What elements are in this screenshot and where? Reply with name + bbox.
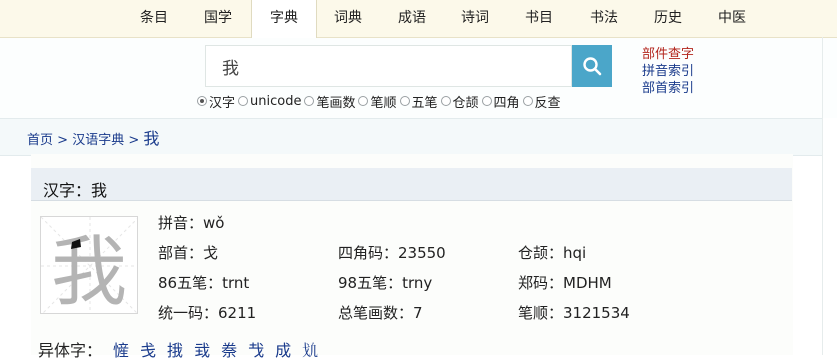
radio-label-four-corner: 四角 [493, 95, 520, 111]
nav-tab-dictionary[interactable]: 字典 [251, 0, 317, 38]
wubi98-field: 98五笔：trny [338, 274, 433, 292]
variant-link[interactable]: 成 [275, 341, 291, 360]
breadcrumb: 首页 > 汉语字典 > 我 [27, 125, 159, 149]
pinyin-field: 拼音：wǒ [158, 214, 225, 232]
breadcrumb-home[interactable]: 首页 [27, 133, 53, 148]
radio-reverse-lookup[interactable] [522, 96, 533, 106]
stroke-order-field: 笔顺：3121534 [518, 304, 630, 322]
stroke-count-field: 总笔画数：7 [338, 304, 423, 322]
nav-tab-books[interactable]: 书目 [515, 0, 563, 37]
variant-link[interactable]: 戋 [140, 341, 156, 360]
nav-tab-cidian[interactable]: 词典 [324, 0, 372, 37]
radio-stroke-count[interactable] [304, 96, 315, 106]
breadcrumb-dictionary[interactable]: 汉语字典 [72, 133, 124, 148]
variant-link[interactable]: 㦃 [113, 341, 129, 360]
nav-tab-history[interactable]: 历史 [644, 0, 692, 37]
unicode-field: 统一码：6211 [158, 304, 257, 322]
variant-link[interactable]: 㧴 [167, 341, 183, 360]
character-stroke-animation: 我 [40, 216, 138, 314]
radio-stroke-order[interactable] [358, 96, 369, 106]
search-button[interactable] [572, 45, 612, 87]
radio-label-hanzi: 汉字 [209, 95, 236, 111]
radio-label-cangjie: 仓颉 [452, 95, 479, 111]
breadcrumb-separator: > [128, 133, 140, 148]
search-input[interactable] [205, 45, 572, 87]
radio-wubi[interactable] [399, 96, 410, 106]
variant-characters: 异体字： 㦃戋㧴㦱䄅 𢦏 成 𢦕 [38, 337, 318, 361]
entry-header-bar [31, 168, 792, 201]
nav-tab-calligraphy[interactable]: 书法 [580, 0, 628, 37]
wubi86-field: 86五笔：trnt [158, 274, 250, 292]
variants-label: 异体字： [38, 341, 103, 360]
radio-hanzi[interactable] [197, 96, 207, 106]
variant-link[interactable]: 䄅 [221, 341, 237, 360]
four-corner-field: 四角码：23550 [338, 244, 446, 262]
variant-link[interactable]: 㦱 [194, 341, 210, 360]
radio-label-stroke-order: 笔顺 [370, 95, 397, 111]
nav-tab-guoxue[interactable]: 国学 [194, 0, 242, 37]
search-mode-options: 汉字 unicode 笔画数 笔顺 五笔 仓颉 四角 反查 [194, 92, 561, 111]
page-border [822, 37, 823, 355]
cangjie-field: 仓颉：hqi [518, 244, 587, 262]
radio-four-corner[interactable] [481, 96, 492, 106]
side-links: 部件查字 拼音索引 部首索引 [642, 46, 694, 97]
radio-unicode[interactable] [238, 96, 249, 106]
zhengma-field: 郑码：MDHM [518, 274, 612, 292]
component-lookup-link[interactable]: 部件查字 [642, 46, 694, 63]
radical-field: 部首：戈 [158, 244, 219, 262]
variant-link[interactable]: 𢦏 [248, 341, 264, 360]
radical-index-link[interactable]: 部首索引 [642, 80, 694, 97]
stroke-highlight [71, 239, 81, 249]
radio-cangjie[interactable] [440, 96, 451, 106]
nav-tab-medicine[interactable]: 中医 [708, 0, 756, 37]
radio-label-unicode: unicode [250, 93, 302, 109]
pinyin-index-link[interactable]: 拼音索引 [642, 63, 694, 80]
radio-label-stroke-count: 笔画数 [316, 95, 356, 111]
breadcrumb-current: 我 [143, 129, 160, 148]
radio-label-reverse-lookup: 反查 [534, 95, 561, 111]
nav-tab-poetry[interactable]: 诗词 [451, 0, 499, 37]
nav-tab-entries[interactable]: 条目 [130, 0, 178, 37]
entry-title: 汉字：我 [43, 181, 108, 200]
breadcrumb-separator: > [57, 133, 69, 148]
search-icon [583, 57, 602, 76]
variant-link[interactable]: 𢦕 [302, 341, 318, 360]
nav-tab-idioms[interactable]: 成语 [388, 0, 436, 37]
radio-label-wubi: 五笔 [411, 95, 438, 111]
